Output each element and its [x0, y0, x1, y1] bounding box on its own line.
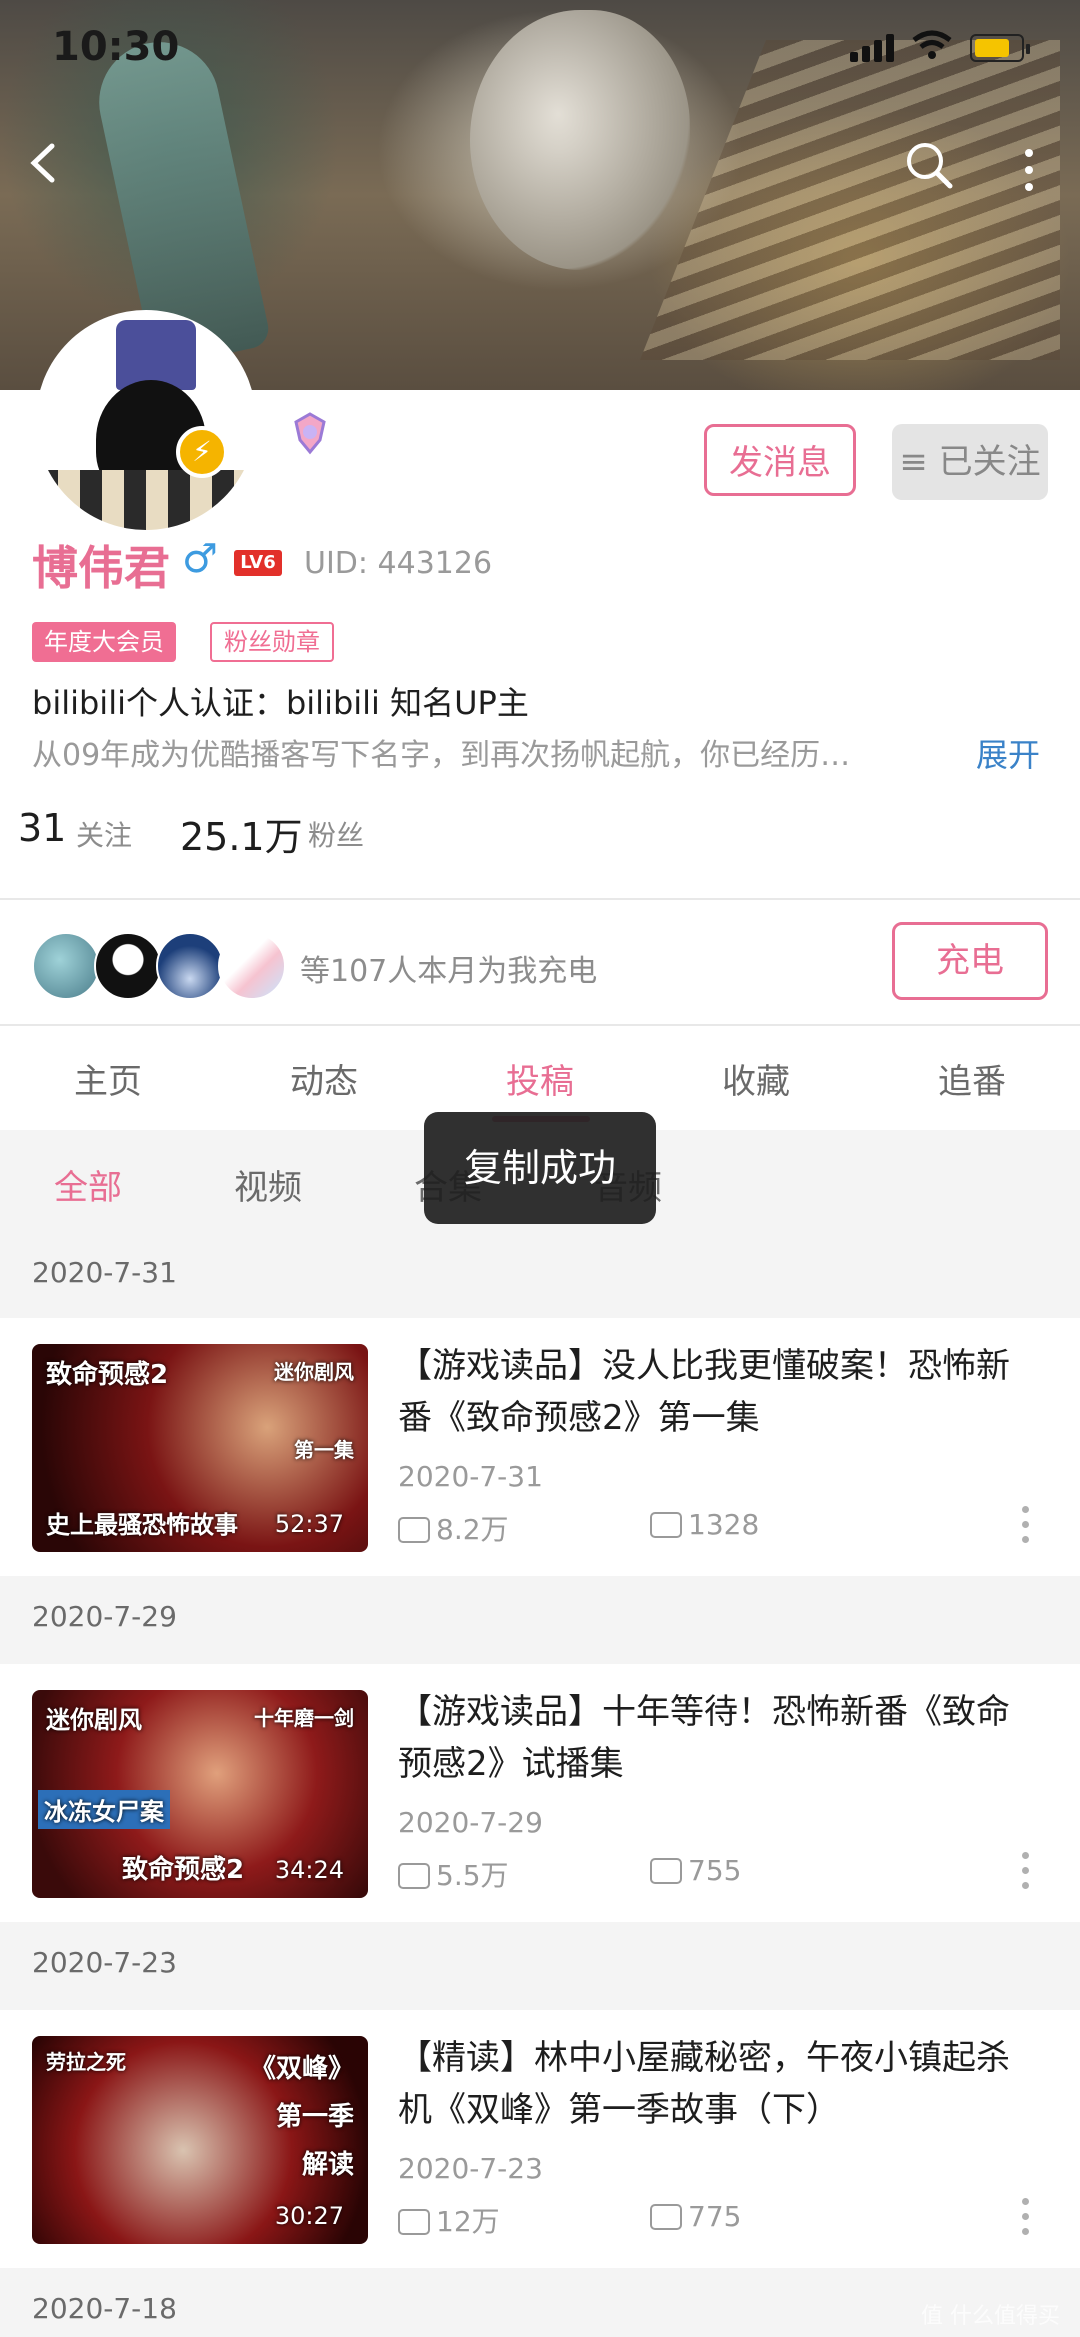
charger-avatar[interactable] [32, 932, 100, 1000]
search-icon[interactable] [904, 140, 954, 197]
following-count[interactable]: 31 [18, 806, 66, 850]
video-thumbnail[interactable]: 迷你剧风 十年磨一剑 冰冻女尸案 致命预感2 34:24 [32, 1690, 368, 1898]
thumbnail-caption: 冰冻女尸案 [38, 1790, 170, 1829]
date-header: 2020-7-18 [0, 2268, 1080, 2337]
more-icon[interactable] [1022, 148, 1036, 201]
vip-tag[interactable]: 年度大会员 [32, 622, 176, 662]
count-value: 755 [688, 1854, 742, 1887]
count-value: 8.2万 [436, 1513, 509, 1546]
danmaku-count: 755 [650, 1854, 741, 1887]
charge-text[interactable]: 等107人本月为我充电 [300, 946, 597, 990]
status-time: 10:30 [52, 24, 180, 70]
video-duration: 52:37 [274, 1510, 344, 1538]
video-title[interactable]: 【精读】林中小屋藏秘密，午夜小镇起杀机《双峰》第一季故事（下） [398, 2032, 1038, 2136]
tab-bangumi[interactable]: 追番 [902, 1054, 1042, 1103]
followers-count[interactable]: 25.1万 [180, 806, 303, 861]
tab-uploads[interactable]: 投稿 [470, 1054, 610, 1103]
expand-link[interactable]: 展开 [976, 730, 1040, 776]
bio-text: 从09年成为优酷播客写下名字，到再次扬帆起航，你已经历… [32, 738, 851, 773]
charger-avatar[interactable] [156, 932, 224, 1000]
back-button[interactable] [28, 140, 58, 193]
video-duration: 34:24 [274, 1856, 344, 1884]
more-options-icon[interactable] [1022, 2198, 1030, 2238]
medal-icon[interactable] [290, 410, 330, 456]
user-name: 博伟君 [32, 541, 170, 595]
subtab-all[interactable]: 全部 [54, 1160, 122, 1209]
date-header: 2020-7-29 [0, 1576, 1080, 1664]
date-header: 2020-7-31 [0, 1232, 1080, 1320]
charger-avatar[interactable] [218, 932, 286, 1000]
danmaku-icon [650, 2204, 682, 2230]
count-value: 1328 [688, 1508, 760, 1541]
video-title[interactable]: 【游戏读品】十年等待！恐怖新番《致命预感2》试播集 [398, 1686, 1038, 1790]
charge-button[interactable]: 充电 [892, 922, 1048, 1000]
video-duration: 30:27 [274, 2202, 344, 2230]
thumbnail-caption: 致命预感2 [122, 1855, 245, 1885]
danmaku-count: 775 [650, 2200, 741, 2233]
danmaku-icon [650, 1858, 682, 1884]
video-date: 2020-7-31 [398, 1460, 543, 1493]
fan-medal-tag[interactable]: 粉丝勋章 [210, 622, 334, 662]
toast-message: 复制成功 [424, 1112, 656, 1224]
video-title[interactable]: 【游戏读品】没人比我更懂破案！恐怖新番《致命预感2》第一集 [398, 1340, 1038, 1444]
male-icon: ♂ [182, 536, 218, 582]
wifi-icon [912, 30, 952, 60]
followers-label[interactable]: 粉丝 [308, 814, 364, 854]
thumbnail-caption: 致命预感2 [46, 1360, 169, 1390]
thumbnail-caption: 劳拉之死 [46, 2050, 126, 2074]
danmaku-count: 1328 [650, 1508, 759, 1541]
thumbnail-caption: 迷你剧风 [274, 1360, 354, 1384]
play-count: 12万 [398, 2200, 500, 2240]
verified-badge-icon: ⚡ [176, 426, 228, 478]
thumbnail-caption: 十年磨一剑 [254, 1706, 354, 1730]
date-label: 2020-7-31 [32, 1256, 177, 1289]
date-header: 2020-7-23 [0, 1922, 1080, 2010]
watermark: 值 什么值得买 [921, 2304, 1060, 2329]
danmaku-icon [650, 1512, 682, 1538]
thumbnail-caption: 第一集 [294, 1438, 354, 1462]
thumbnail-caption: 迷你剧风 [46, 1706, 142, 1734]
thumbnail-caption: 《双峰》 [249, 2054, 354, 2084]
play-icon [398, 1863, 430, 1889]
more-options-icon[interactable] [1022, 1506, 1030, 1546]
followed-button[interactable]: ≡ 已关注 [892, 424, 1048, 500]
play-count: 8.2万 [398, 1508, 509, 1548]
play-count: 5.5万 [398, 1854, 509, 1894]
message-button[interactable]: 发消息 [704, 424, 856, 496]
video-thumbnail[interactable]: 劳拉之死 《双峰》 第一季 解读 30:27 [32, 2036, 368, 2244]
play-icon [398, 2209, 430, 2235]
date-label: 2020-7-18 [32, 2292, 177, 2325]
battery-icon [970, 34, 1030, 62]
video-thumbnail[interactable]: 致命预感2 迷你剧风 第一集 史上最骚恐怖故事 52:37 [32, 1344, 368, 1552]
count-value: 12万 [436, 2205, 500, 2238]
video-date: 2020-7-23 [398, 2152, 543, 2185]
certification-text: bilibili个人认证：bilibili 知名UP主 [32, 684, 529, 722]
video-card[interactable]: 劳拉之死 《双峰》 第一季 解读 30:27 【精读】林中小屋藏秘密，午夜小镇起… [0, 2010, 1080, 2268]
tab-dynamics[interactable]: 动态 [254, 1054, 394, 1103]
date-label: 2020-7-29 [32, 1600, 177, 1633]
video-card[interactable]: 致命预感2 迷你剧风 第一集 史上最骚恐怖故事 52:37 【游戏读品】没人比我… [0, 1318, 1080, 1576]
video-card[interactable]: 迷你剧风 十年磨一剑 冰冻女尸案 致命预感2 34:24 【游戏读品】十年等待！… [0, 1664, 1080, 1922]
play-icon [398, 1517, 430, 1543]
date-label: 2020-7-23 [32, 1946, 177, 1979]
subtab-video[interactable]: 视频 [234, 1160, 302, 1209]
avatar[interactable] [36, 310, 256, 530]
thumbnail-caption: 第一季 [275, 2102, 354, 2132]
status-icons [850, 28, 1050, 68]
count-value: 775 [688, 2200, 742, 2233]
following-label[interactable]: 关注 [76, 814, 132, 854]
thumbnail-caption: 史上最骚恐怖故事 [46, 1511, 238, 1539]
thumbnail-caption: 解读 [301, 2150, 354, 2180]
more-options-icon[interactable] [1022, 1852, 1030, 1892]
charger-avatar[interactable] [94, 932, 162, 1000]
tab-favorites[interactable]: 收藏 [686, 1054, 826, 1103]
level-badge: LV6 [234, 550, 282, 576]
tab-home[interactable]: 主页 [38, 1054, 178, 1103]
count-value: 5.5万 [436, 1859, 509, 1892]
video-date: 2020-7-29 [398, 1806, 543, 1839]
uid-text[interactable]: UID: 443126 [304, 546, 492, 581]
